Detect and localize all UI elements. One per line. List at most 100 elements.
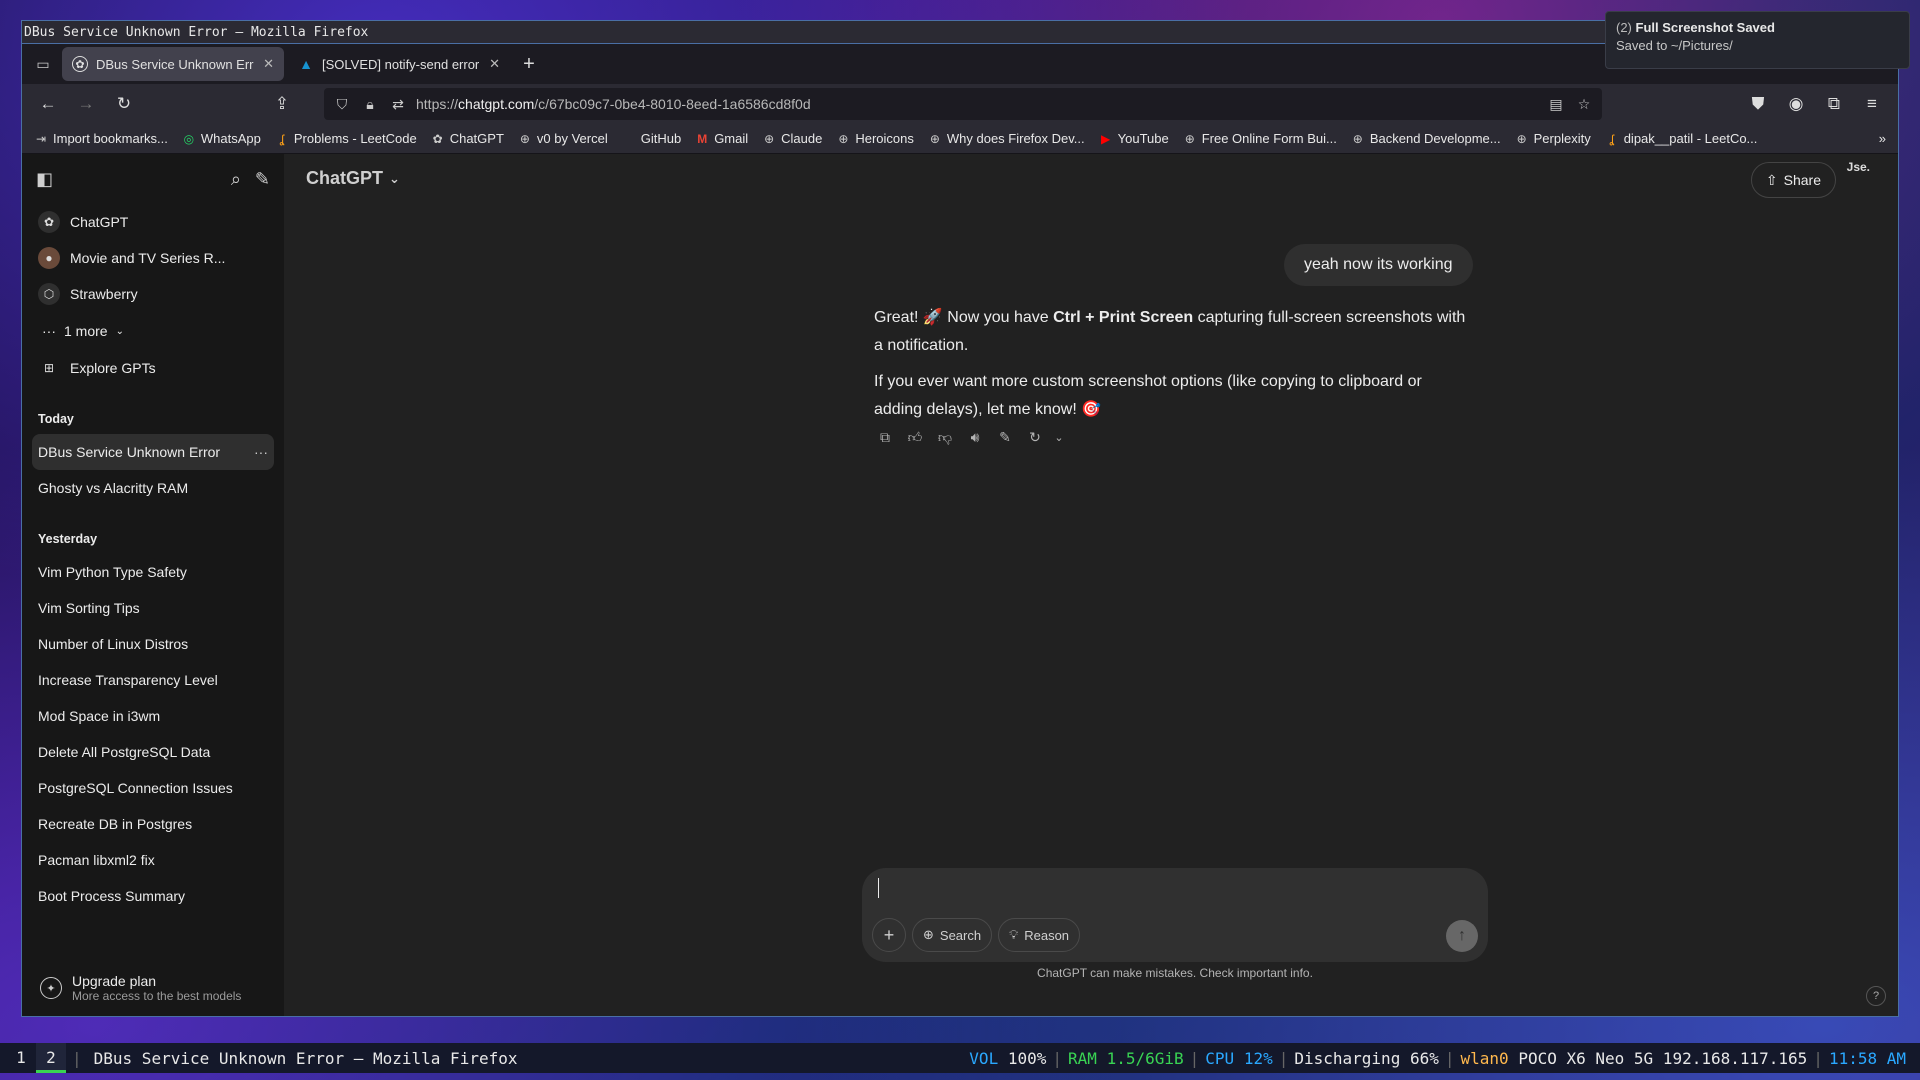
lock-icon[interactable]: 🔒︎ [360, 96, 380, 113]
leetcode-icon: ʆ [279, 131, 284, 146]
assistant-paragraph: If you ever want more custom screenshot … [874, 373, 1422, 418]
bookmark-item[interactable]: ʆ Problems - LeetCode [275, 131, 417, 146]
sidebar-toggle-icon[interactable]: ◧ [36, 169, 53, 190]
conversation-item[interactable]: Boot Process Summary [32, 878, 274, 914]
edit-canvas-icon[interactable]: ✎ [994, 426, 1016, 448]
bookmark-star-icon[interactable]: ☆ [1574, 96, 1594, 113]
conversation-label: Vim Python Type Safety [38, 564, 187, 580]
bookmark-item[interactable]: ⊕ Heroicons [836, 131, 914, 146]
close-icon[interactable]: ✕ [489, 56, 500, 72]
workspace-1[interactable]: 1 [6, 1043, 36, 1073]
bookmark-item[interactable]: ⊕ Free Online Form Bui... [1183, 131, 1337, 146]
text-cursor [878, 878, 879, 898]
help-button[interactable]: ? [1866, 986, 1886, 1006]
back-button[interactable]: ← [32, 89, 64, 119]
chatgpt-icon: ✿ [72, 56, 88, 72]
divider: | [72, 1048, 82, 1068]
bookmark-item[interactable]: ⊕ Why does Firefox Dev... [928, 131, 1085, 146]
conversation-item[interactable]: PostgreSQL Connection Issues [32, 770, 274, 806]
bookmarks-overflow-icon[interactable]: » [1879, 131, 1886, 146]
search-icon[interactable]: ⌕ [231, 169, 241, 190]
url-text[interactable]: https://chatgpt.com/c/67bc09c7-0be4-8010… [416, 96, 1538, 112]
conversation-label: Increase Transparency Level [38, 672, 218, 688]
bookmark-item[interactable]: ⊕ Claude [762, 131, 822, 146]
globe-icon: ⊕ [1352, 131, 1363, 146]
leetcode-icon: ʆ [1609, 131, 1614, 146]
composer-tools: + ⊕ Search 💡︎ Reason [872, 918, 1081, 952]
conversation-item[interactable]: Delete All PostgreSQL Data [32, 734, 274, 770]
reason-button[interactable]: 💡︎ Reason [998, 918, 1081, 952]
thumbs-up-icon[interactable]: 👍︎ [904, 426, 926, 448]
thumbs-down-icon[interactable]: 👎︎ [934, 426, 956, 448]
bookmark-item[interactable]: ⊕ Backend Developme... [1351, 131, 1501, 146]
sidebar-item-explore-gpts[interactable]: ⊞ Explore GPTs [32, 350, 274, 386]
sidebar-more-button[interactable]: ··· 1 more ⌄ [32, 312, 274, 350]
disclaimer-text: ChatGPT can make mistakes. Check importa… [1037, 966, 1313, 980]
tab-list-icon[interactable]: ▭ [28, 49, 58, 79]
bookmark-item[interactable]: ▶ YouTube [1099, 131, 1169, 146]
extensions-icon[interactable]: ⧉ [1818, 89, 1850, 119]
import-icon[interactable]: ⇪ [266, 89, 298, 119]
cpu-value: 12% [1243, 1048, 1273, 1068]
sidebar-item-movie-gpt[interactable]: ● Movie and TV Series R... [32, 240, 274, 276]
bookmark-label: Import bookmarks... [53, 131, 168, 146]
ram-label: RAM [1068, 1048, 1097, 1068]
options-icon[interactable]: ··· [254, 444, 268, 460]
conversation-item[interactable]: Number of Linux Distros [32, 626, 274, 662]
tab-notify-send[interactable]: ▲ [SOLVED] notify-send error ✕ [288, 47, 510, 81]
menu-icon[interactable]: ≡ [1856, 89, 1888, 119]
bookmark-item[interactable]: GitHub [622, 131, 681, 146]
bookmark-item[interactable]: ◎ WhatsApp [182, 131, 261, 146]
pocket-icon[interactable]: ⛊ [1742, 89, 1774, 119]
sidebar-item-chatgpt[interactable]: ✿ ChatGPT [32, 204, 274, 240]
conversation-item[interactable]: Vim Python Type Safety [32, 554, 274, 590]
import-icon: ⇥ [35, 131, 47, 146]
bookmark-item[interactable]: ⊕ Perplexity [1515, 131, 1591, 146]
sidebar-item-strawberry[interactable]: ⬡ Strawberry [32, 276, 274, 312]
bookmark-item[interactable]: ʆ dipak__patil - LeetCo... [1605, 131, 1758, 146]
reader-view-icon[interactable]: ▤ [1546, 96, 1566, 113]
screenshot-notification[interactable]: (2) Full Screenshot Saved Saved to ~/Pic… [1605, 11, 1910, 69]
conversation-item[interactable]: Ghosty vs Alacritty RAM [32, 470, 274, 506]
message-composer[interactable]: + ⊕ Search 💡︎ Reason ↑ [862, 868, 1488, 962]
reload-button[interactable]: ↻ [108, 89, 140, 119]
tab-dbus-error[interactable]: ✿ DBus Service Unknown Err ✕ [62, 47, 284, 81]
conversation-label: Mod Space in i3wm [38, 708, 161, 724]
regenerate-icon[interactable]: ↻ [1024, 426, 1046, 448]
conversation-item[interactable]: DBus Service Unknown Error ··· [32, 434, 274, 470]
upgrade-plan-button[interactable]: ✦ Upgrade plan More access to the best m… [32, 960, 274, 1016]
search-label: Search [939, 927, 982, 943]
chevron-down-icon[interactable]: ⌄ [1054, 426, 1064, 448]
globe-icon: ⊕ [1184, 131, 1195, 146]
model-selector[interactable]: ChatGPT ⌄ [306, 168, 400, 189]
permissions-icon[interactable]: ⇄ [388, 96, 408, 113]
share-button[interactable]: ⇧ Share [1750, 162, 1836, 198]
upgrade-icon: ✦ [40, 977, 62, 999]
bookmark-label: WhatsApp [200, 131, 261, 146]
new-chat-icon[interactable]: ✎ [255, 169, 270, 190]
conversation-item[interactable]: Mod Space in i3wm [32, 698, 274, 734]
bookmark-label: Problems - LeetCode [293, 131, 417, 146]
url-bar[interactable]: ⛉ 🔒︎ ⇄ https://chatgpt.com/c/67bc09c7-0b… [324, 88, 1602, 120]
workspace-2[interactable]: 2 [36, 1043, 66, 1073]
bookmark-item[interactable]: ✿ ChatGPT [431, 131, 504, 146]
conversation-item[interactable]: Pacman libxml2 fix [32, 842, 274, 878]
close-icon[interactable]: ✕ [263, 56, 274, 72]
read-aloud-icon[interactable]: 🔊︎ [964, 426, 986, 448]
conversation-item[interactable]: Recreate DB in Postgres [32, 806, 274, 842]
attach-button[interactable]: + [872, 918, 906, 952]
bookmark-item[interactable]: ⊕ v0 by Vercel [518, 131, 608, 146]
more-label: 1 more [64, 323, 108, 339]
shield-icon[interactable]: ⛉ [332, 96, 352, 113]
send-button[interactable]: ↑ [1446, 920, 1478, 952]
account-icon[interactable]: ◉ [1780, 89, 1812, 119]
forward-button[interactable]: → [70, 89, 102, 119]
grid-icon: ⊞ [43, 361, 55, 375]
new-tab-button[interactable]: + [514, 49, 544, 79]
copy-icon[interactable]: ⧉ [874, 426, 896, 448]
search-button[interactable]: ⊕ Search [912, 918, 993, 952]
bookmark-item[interactable]: ⇥ Import bookmarks... [34, 131, 168, 146]
conversation-item[interactable]: Increase Transparency Level [32, 662, 274, 698]
conversation-item[interactable]: Vim Sorting Tips [32, 590, 274, 626]
bookmark-item[interactable]: M Gmail [695, 131, 748, 146]
